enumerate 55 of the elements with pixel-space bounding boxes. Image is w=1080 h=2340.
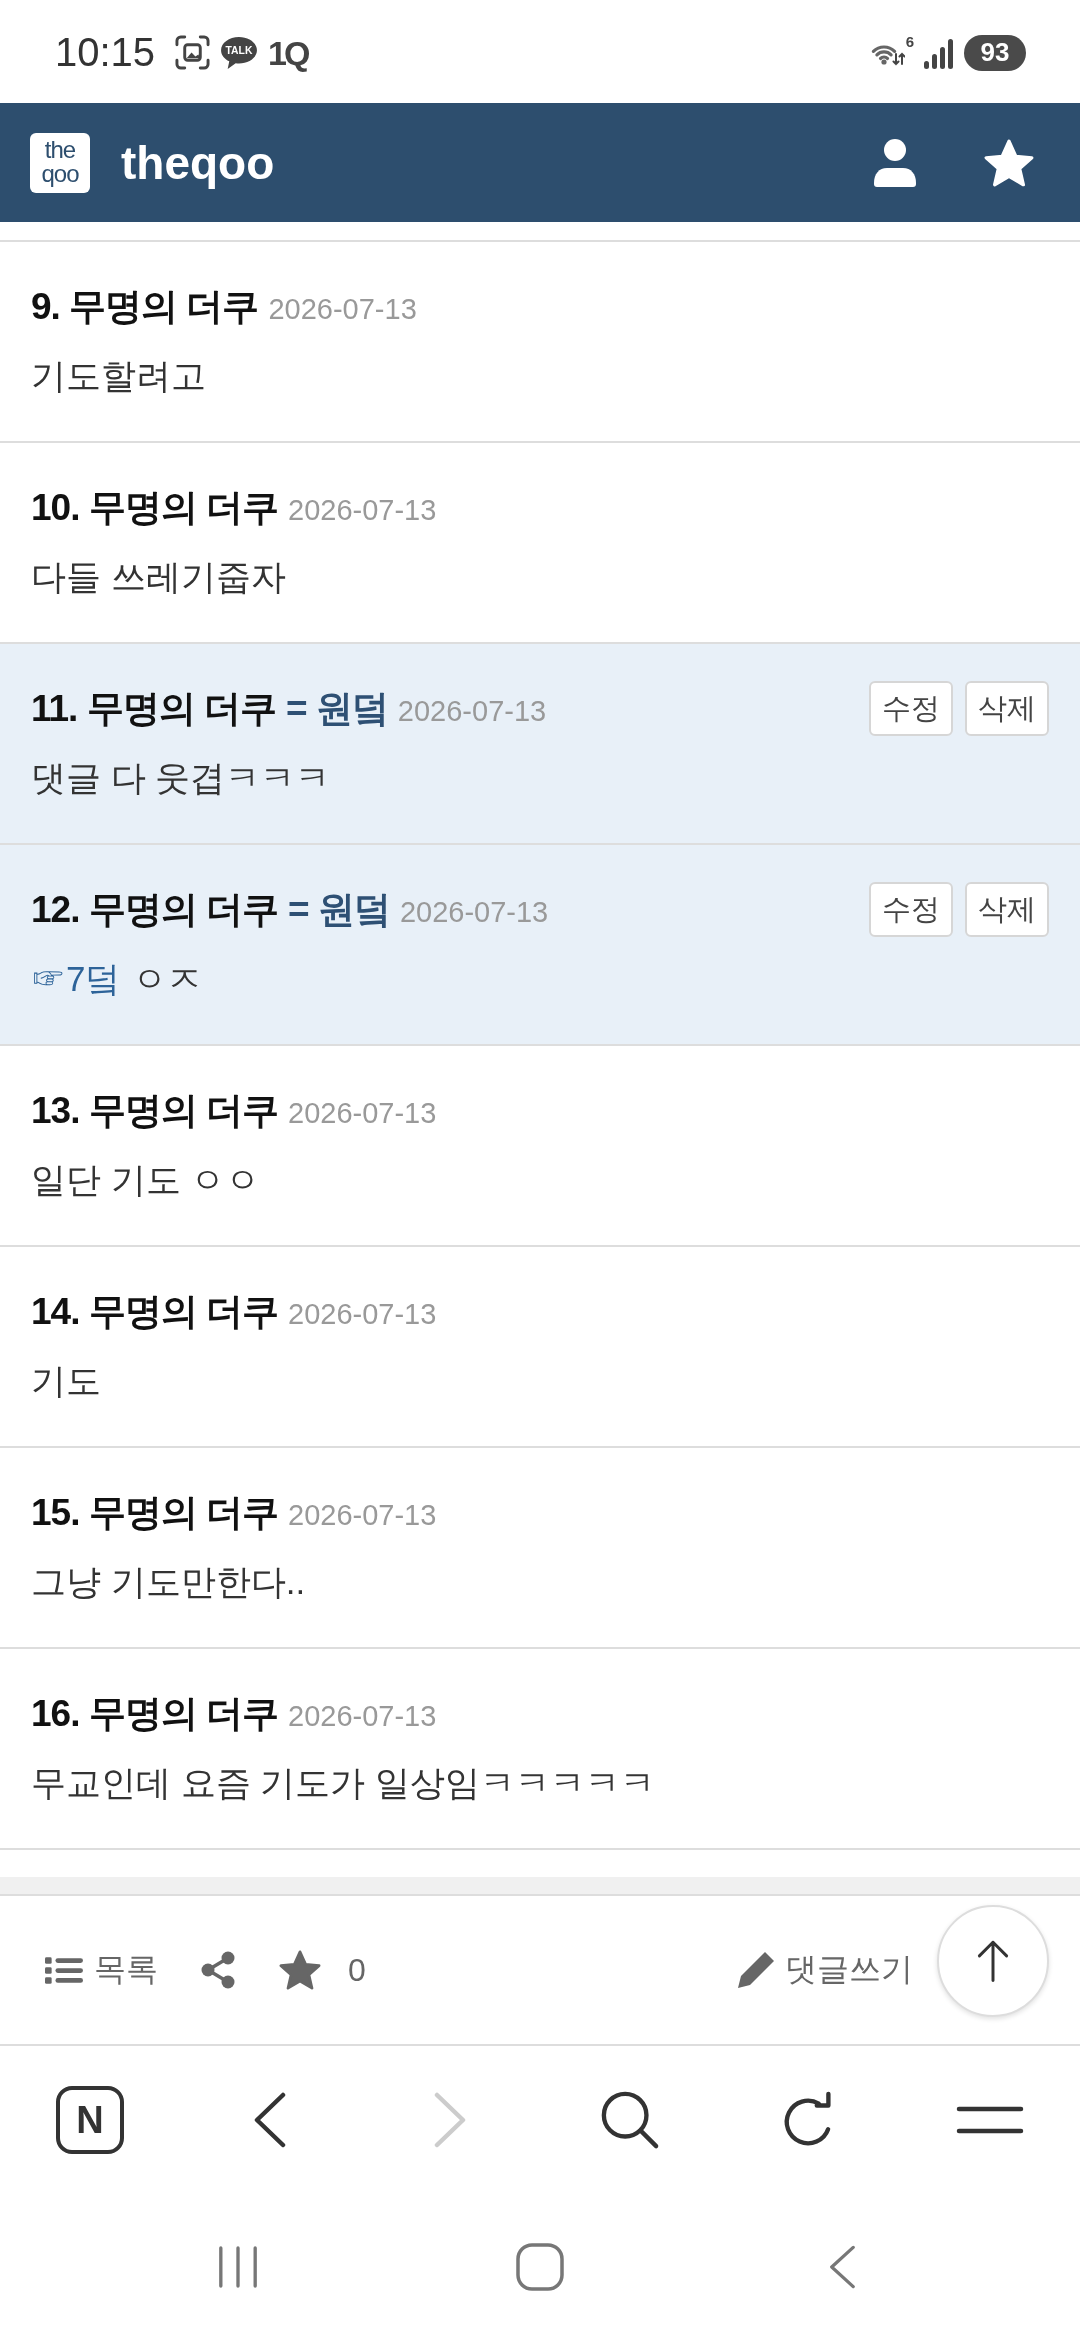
author-name: 14. 무명의 더쿠 — [31, 1289, 278, 1334]
site-logo[interactable]: the qoo — [30, 132, 90, 193]
edit-button[interactable]: 수정 — [869, 681, 953, 736]
network-type-label: 6 — [905, 33, 914, 49]
list-link[interactable]: 목록 — [45, 1948, 158, 1992]
comment-text: 기도 — [31, 1361, 101, 1400]
app-logo: 1Q — [268, 34, 308, 71]
comment-date: 2026-07-13 — [288, 1297, 437, 1331]
site-title[interactable]: theqoo — [121, 135, 275, 190]
clock-time: 10:15 — [55, 30, 156, 75]
comment-text: 기도할려고 — [31, 356, 206, 395]
pencil-icon — [736, 1950, 776, 1990]
comment-text: 댓글 다 웃겹ㅋㅋㅋ — [31, 758, 331, 797]
favorite-count: 0 — [348, 1951, 366, 1989]
comment-date: 2026-07-13 — [288, 493, 437, 527]
home-icon[interactable] — [516, 2243, 564, 2291]
comment-date: 2026-07-13 — [288, 1096, 437, 1130]
author-tag: = 원덬 — [285, 683, 388, 734]
back-icon[interactable] — [253, 2092, 287, 2148]
author-name: 11. 무명의 더쿠 — [31, 686, 276, 731]
comment-date: 2026-07-13 — [397, 694, 547, 728]
write-comment-link[interactable]: 댓글쓰기 — [736, 1948, 913, 1992]
author-name: 12. 무명의 더쿠 — [31, 887, 278, 932]
delete-button[interactable]: 삭제 — [965, 882, 1049, 937]
chat-bubble-icon: TALK — [220, 35, 259, 70]
n-logo-button[interactable]: N — [56, 2086, 124, 2154]
comment-text: 다들 쓰레기줍자 — [31, 557, 286, 596]
comment-date: 2026-07-13 — [288, 1498, 437, 1532]
author-name: 16. 무명의 더쿠 — [31, 1691, 278, 1736]
arrow-up-icon — [976, 1939, 1010, 1983]
recent-apps-icon[interactable] — [217, 2244, 259, 2290]
author-name: 10. 무명의 더쿠 — [31, 485, 278, 530]
reply-link[interactable]: ☞7덬 — [31, 959, 121, 998]
author-name: 15. 무명의 더쿠 — [31, 1490, 278, 1535]
battery-level: 93 — [964, 34, 1026, 71]
signal-icon — [924, 36, 954, 69]
list-icon — [45, 1956, 83, 1984]
delete-button[interactable]: 삭제 — [965, 681, 1049, 736]
search-icon[interactable] — [600, 2090, 660, 2150]
author-name: 13. 무명의 더쿠 — [31, 1088, 278, 1133]
screenshot-icon — [175, 35, 211, 70]
comment-date: 2026-07-13 — [288, 1699, 437, 1733]
comment-date: 2026-07-13 — [399, 895, 549, 929]
author-name: 9. 무명의 더쿠 — [31, 284, 259, 329]
edit-button[interactable]: 수정 — [869, 882, 953, 937]
comment-date: 2026-07-13 — [268, 292, 417, 326]
comment-text: 그냥 기도만한다.. — [31, 1562, 306, 1601]
comment-text: ㅇㅈ — [132, 959, 203, 998]
star-icon[interactable] — [279, 1950, 321, 1990]
comment-text: 일단 기도 ㅇㅇ — [31, 1160, 261, 1199]
share-icon[interactable] — [201, 1951, 235, 1989]
menu-icon[interactable] — [956, 2106, 1024, 2134]
person-icon[interactable] — [874, 138, 916, 187]
comment-text: 무교인데 요즘 기도가 일상임ㅋㅋㅋㅋㅋ — [31, 1763, 656, 1802]
author-tag: = 원덬 — [288, 884, 390, 935]
